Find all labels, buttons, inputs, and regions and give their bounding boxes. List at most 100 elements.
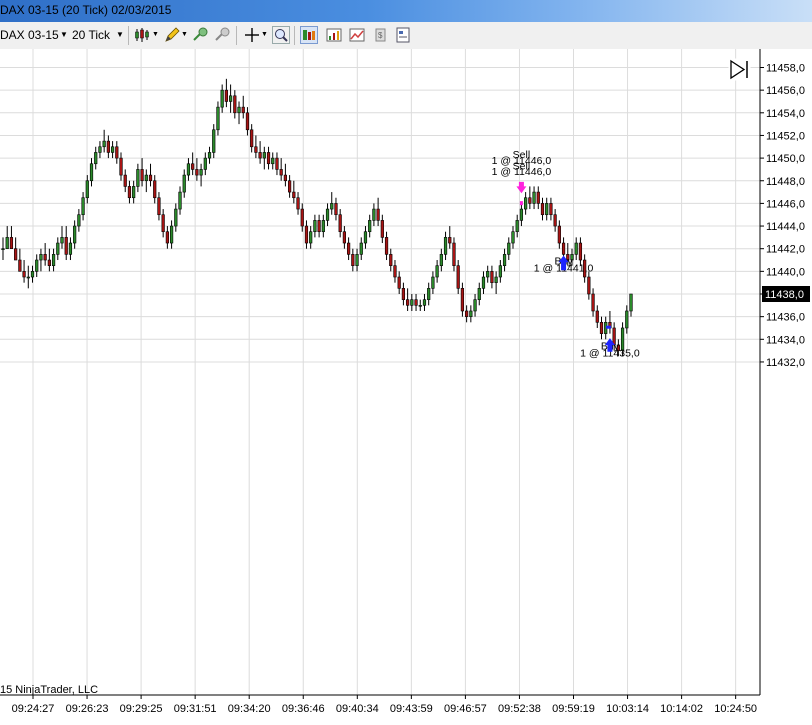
interval-dropdown-icon[interactable]: ▼ bbox=[116, 26, 124, 44]
last-price-label: 11438,0 bbox=[765, 289, 804, 301]
price-chart[interactable]: Sell1 @ 11446,0Sell1 @ 11446,0Buy1 @ 114… bbox=[0, 49, 812, 725]
candle-body bbox=[561, 242, 566, 255]
price-tick-label: 11436,0 bbox=[766, 312, 805, 324]
price-tick-label: 11440,0 bbox=[766, 266, 805, 278]
candle-body bbox=[258, 152, 262, 159]
candle-body bbox=[465, 310, 469, 317]
instrument-dropdown-icon[interactable]: ▼ bbox=[60, 26, 68, 44]
templates-icon[interactable]: $ bbox=[371, 26, 389, 44]
candle-body bbox=[397, 276, 401, 289]
candle-body bbox=[309, 231, 313, 244]
candle-body bbox=[161, 214, 165, 233]
chart-settings-icon[interactable] bbox=[394, 26, 412, 44]
candle-body bbox=[553, 214, 557, 227]
candle-body bbox=[56, 242, 60, 255]
candle-body bbox=[452, 242, 456, 266]
candle-body bbox=[380, 220, 384, 238]
candle-body bbox=[410, 299, 414, 306]
candle-body bbox=[304, 225, 309, 244]
candle-body bbox=[22, 271, 26, 278]
candle-body bbox=[68, 242, 73, 255]
candle-body bbox=[435, 265, 439, 278]
instrument-selector[interactable]: DAX 03-15 bbox=[0, 26, 59, 44]
candle-body bbox=[77, 214, 81, 227]
last-price-marker: 11438,0 bbox=[762, 286, 810, 302]
candle-body bbox=[591, 293, 595, 312]
sell-fill-marker bbox=[519, 201, 523, 206]
candle-body bbox=[18, 259, 22, 272]
candle-body bbox=[279, 169, 283, 176]
candle-body bbox=[216, 106, 220, 131]
candle-body bbox=[127, 186, 132, 199]
candle-body bbox=[540, 203, 545, 216]
candle-body bbox=[376, 208, 380, 221]
candle-body bbox=[254, 146, 258, 153]
candle-body bbox=[477, 288, 481, 300]
crosshair-dropdown-icon[interactable]: ▼ bbox=[261, 26, 268, 44]
candle-body bbox=[14, 248, 18, 261]
candle-body bbox=[35, 259, 39, 272]
candle-body bbox=[287, 180, 292, 193]
crosshair-icon[interactable] bbox=[243, 26, 261, 44]
strategy-icon[interactable] bbox=[213, 26, 231, 44]
price-tick-label: 11458,0 bbox=[766, 63, 805, 75]
chart-trader-icon[interactable] bbox=[300, 26, 318, 44]
bar-type-dropdown-icon[interactable]: ▼ bbox=[152, 26, 159, 44]
candle-body bbox=[372, 208, 376, 221]
candle-body bbox=[245, 112, 250, 131]
interval-selector[interactable]: 20 Tick bbox=[72, 26, 110, 44]
candle-body bbox=[1, 248, 5, 250]
candle-body bbox=[486, 271, 490, 278]
candle-body bbox=[153, 180, 157, 199]
candle-body bbox=[283, 174, 287, 182]
candle-body bbox=[418, 305, 422, 307]
candle-body bbox=[498, 265, 502, 278]
candle-body bbox=[325, 208, 330, 221]
candle-body bbox=[110, 146, 115, 153]
candle-body bbox=[532, 191, 536, 204]
candle-body bbox=[587, 276, 591, 295]
candle-body bbox=[296, 197, 300, 210]
chart-background bbox=[0, 49, 812, 725]
candle-body bbox=[481, 276, 486, 289]
price-tick-label: 11444,0 bbox=[766, 221, 805, 233]
indicator-icon[interactable] bbox=[191, 26, 209, 44]
candle-body bbox=[148, 174, 153, 182]
candle-body bbox=[473, 299, 477, 312]
bar-type-icon[interactable] bbox=[133, 26, 151, 44]
candle-body bbox=[625, 310, 629, 329]
chart-properties-icon[interactable] bbox=[325, 26, 343, 44]
candle-body bbox=[342, 231, 347, 244]
candle-body bbox=[515, 220, 519, 233]
candle-body bbox=[292, 191, 296, 199]
candle-body bbox=[102, 140, 106, 148]
candle-body bbox=[47, 259, 51, 266]
time-tick-label: 09:29:25 bbox=[120, 703, 163, 715]
scroll-right-button[interactable] bbox=[728, 58, 751, 81]
time-tick-label: 09:24:27 bbox=[12, 703, 55, 715]
time-tick-label: 09:43:59 bbox=[390, 703, 433, 715]
candle-body bbox=[549, 203, 553, 216]
candle-body bbox=[363, 231, 368, 244]
candle-body bbox=[228, 95, 233, 102]
candle-body bbox=[157, 197, 161, 216]
candle-body bbox=[39, 254, 43, 261]
candle-body bbox=[557, 225, 561, 244]
window-titlebar: DAX 03-15 (20 Tick) 02/03/2015 bbox=[0, 0, 812, 22]
buy-fill-marker bbox=[605, 325, 611, 329]
zoom-icon[interactable] bbox=[272, 26, 290, 44]
candle-body bbox=[9, 237, 14, 249]
candle-body bbox=[443, 237, 448, 255]
drawing-pencil-icon[interactable] bbox=[163, 26, 181, 44]
data-box-icon[interactable] bbox=[348, 26, 366, 44]
candle-body bbox=[422, 299, 427, 306]
candle-body bbox=[220, 89, 224, 108]
candle-body bbox=[165, 231, 169, 244]
candle-body bbox=[5, 237, 9, 249]
candle-body bbox=[490, 271, 494, 283]
drawing-dropdown-icon[interactable]: ▼ bbox=[181, 26, 188, 44]
candle-body bbox=[207, 152, 212, 159]
candle-body bbox=[186, 163, 191, 176]
candle-body bbox=[123, 174, 127, 187]
candle-body bbox=[98, 146, 102, 153]
